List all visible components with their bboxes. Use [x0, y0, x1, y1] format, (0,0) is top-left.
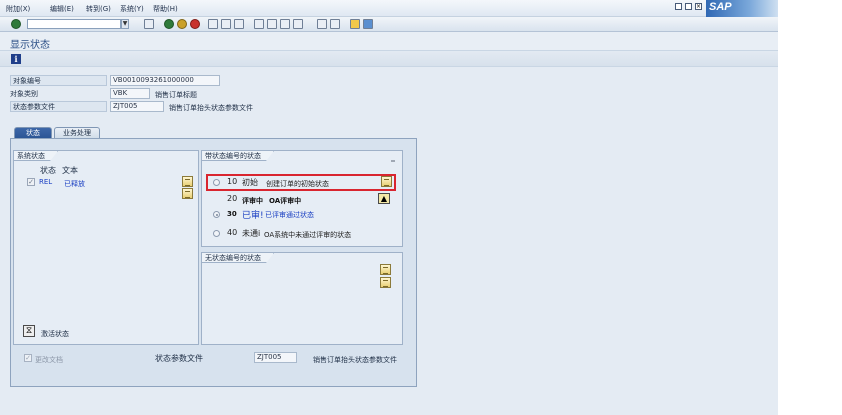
status-short: 已审! [242, 211, 264, 221]
print-icon[interactable] [208, 19, 218, 29]
status-number: 20 [227, 194, 238, 203]
status-profile-label: 状态参数文件 [10, 101, 107, 112]
command-field[interactable] [27, 19, 121, 29]
activate-status-icon[interactable]: ⧖ [23, 325, 35, 337]
system-status-code: REL [39, 178, 53, 186]
sap-logo: SAP [706, 0, 778, 17]
find-next-icon[interactable] [234, 19, 244, 29]
group-title: 带状态编号的状态 [202, 151, 274, 161]
footer-profile-desc: 销售订单抬头状态参数文件 [313, 356, 397, 364]
scroll-marker [391, 160, 395, 162]
new-session-icon[interactable] [317, 19, 327, 29]
details-icon[interactable] [380, 277, 391, 288]
page-title: 显示状态 [10, 40, 50, 51]
first-page-icon[interactable] [254, 19, 264, 29]
status-text: 已评审通过状态 [265, 211, 314, 219]
cancel-icon[interactable] [190, 19, 200, 29]
system-status-text: 已释放 [64, 180, 85, 188]
approve-icon[interactable]: ▲ [378, 193, 390, 204]
close-icon[interactable]: × [695, 3, 702, 10]
details-icon[interactable] [380, 264, 391, 275]
menu-system[interactable]: 系统(Y) [120, 4, 144, 14]
footer-profile-label: 状态参数文件 [155, 354, 203, 363]
menu-goto[interactable]: 转到(G) [86, 4, 111, 14]
details-icon[interactable] [182, 176, 193, 187]
unnumbered-status-group: 无状态编号的状态 [201, 252, 403, 345]
status-short: 未通i [242, 229, 261, 238]
status-radio-30[interactable] [213, 211, 220, 218]
layout-icon[interactable] [363, 19, 373, 29]
menu-bar: 附加(X) 编辑(E) 转到(G) 系统(Y) 帮助(H) × SAP [0, 0, 778, 17]
find-icon[interactable] [221, 19, 231, 29]
sap-window: 附加(X) 编辑(E) 转到(G) 系统(Y) 帮助(H) × SAP ▼ 显示… [0, 0, 778, 415]
status-checkbox[interactable]: ✓ [27, 178, 35, 186]
menu-help[interactable]: 帮助(H) [153, 4, 178, 14]
change-docs-checkbox[interactable]: ✓ [24, 354, 32, 362]
exit-icon[interactable] [177, 19, 187, 29]
status-short: 评审中 [242, 197, 263, 205]
back-icon[interactable] [164, 19, 174, 29]
change-docs-label: 更改文档 [35, 356, 63, 364]
object-number-field[interactable]: VB0010093261000000 [110, 75, 220, 86]
standard-toolbar: ▼ [0, 17, 778, 32]
group-title: 系统状态 [14, 151, 58, 161]
column-header-text: 文本 [62, 166, 78, 175]
status-text: OA系统中未通过评审的状态 [264, 231, 352, 239]
last-page-icon[interactable] [293, 19, 303, 29]
highlight-box [206, 174, 396, 191]
object-number-label: 对象编号 [10, 75, 107, 86]
shortcut-icon[interactable] [330, 19, 340, 29]
separator-icon [133, 19, 139, 29]
activate-status-label[interactable]: 激活状态 [41, 329, 69, 339]
info-icon[interactable]: i [11, 54, 21, 64]
next-page-icon[interactable] [280, 19, 290, 29]
status-text: OA评审中 [269, 197, 302, 205]
object-type-label: 对象类别 [10, 90, 38, 98]
minimize-icon[interactable] [675, 3, 682, 10]
status-number: 30 [227, 210, 237, 218]
status-profile-desc: 销售订单抬头状态参数文件 [169, 104, 253, 112]
object-type-desc: 销售订单标题 [155, 91, 197, 99]
group-title: 无状态编号的状态 [202, 253, 274, 263]
menu-edit[interactable]: 编辑(E) [50, 4, 74, 14]
previous-page-icon[interactable] [267, 19, 277, 29]
footer-profile-field[interactable]: ZJT005 [254, 352, 297, 363]
menu-extras[interactable]: 附加(X) [6, 4, 30, 14]
chevron-down-icon[interactable]: ▼ [121, 19, 129, 29]
save-icon[interactable] [144, 19, 154, 29]
maximize-icon[interactable] [685, 3, 692, 10]
application-toolbar: i [0, 50, 778, 67]
title-area: 显示状态 [0, 32, 778, 51]
status-number: 40 [227, 228, 238, 237]
details-icon[interactable] [182, 188, 193, 199]
status-radio-40[interactable] [213, 230, 220, 237]
enter-icon[interactable] [11, 19, 21, 29]
help-icon[interactable] [350, 19, 360, 29]
object-type-field[interactable]: VBK [110, 88, 150, 99]
column-header-status: 状态 [40, 166, 56, 175]
status-profile-field[interactable]: ZJT005 [110, 101, 164, 112]
